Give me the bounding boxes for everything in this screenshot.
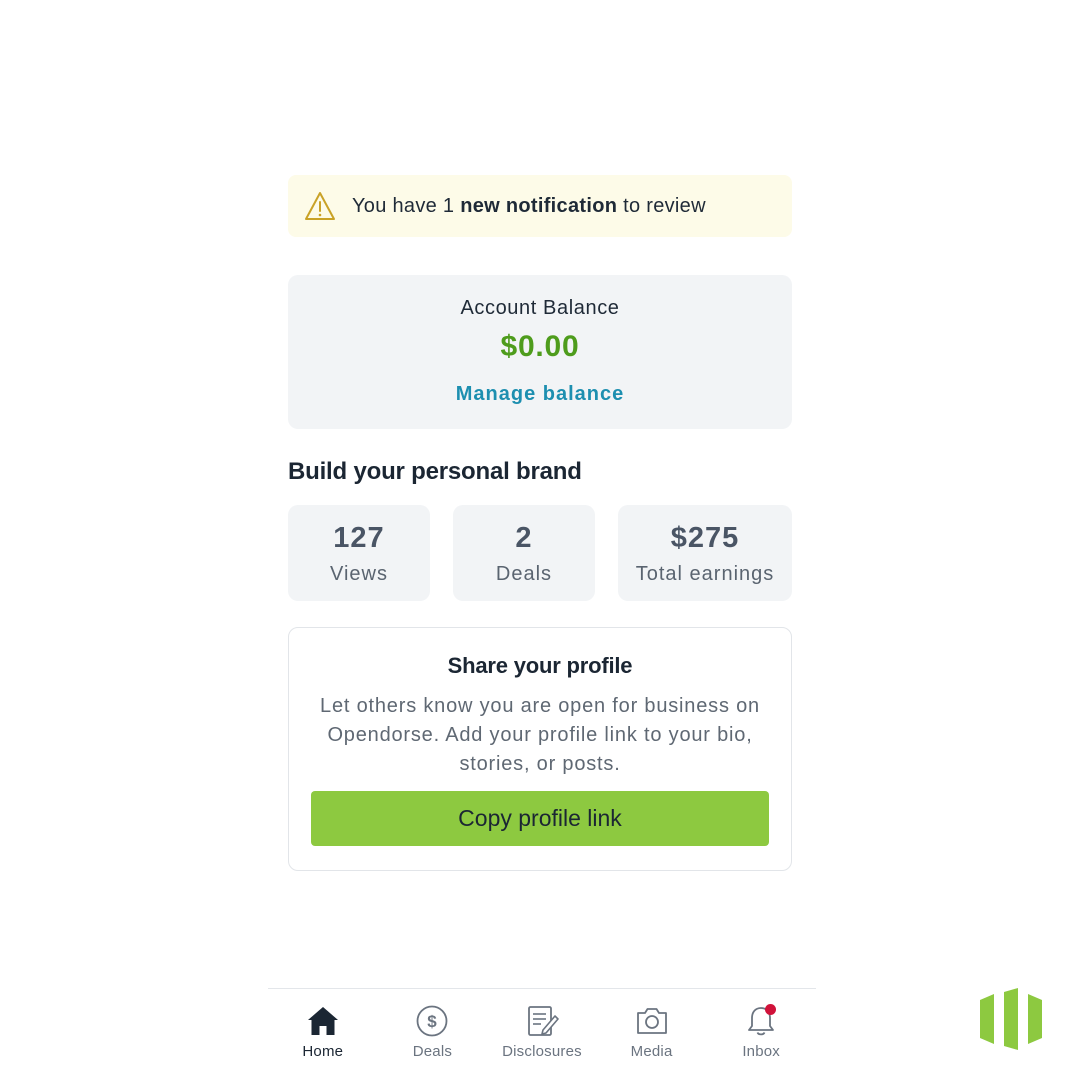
nav-item-media[interactable]: Media <box>597 989 707 1080</box>
app-screen: You have 1 new notification to review Ac… <box>0 0 1080 1080</box>
notification-highlight: new notification <box>460 194 618 217</box>
stat-label: Views <box>330 563 388 585</box>
notification-prefix: You have 1 <box>352 194 461 217</box>
stat-label: Total earnings <box>635 563 775 585</box>
main-content: You have 1 new notification to review Ac… <box>288 175 792 871</box>
nav-label: Deals <box>412 1043 453 1060</box>
notification-text: You have 1 new notification to review <box>352 195 706 218</box>
nav-label: Home <box>302 1043 344 1060</box>
copy-profile-link-button[interactable]: Copy profile link <box>311 791 769 846</box>
share-description: Let others know you are open for busines… <box>320 695 760 775</box>
nav-label: Inbox <box>742 1043 781 1060</box>
stat-label: Deals <box>495 563 553 585</box>
bottom-nav: Home $ Deals Disclosures Media Inbox <box>268 988 816 1080</box>
dollar-circle-icon: $ <box>414 1003 450 1039</box>
notification-banner[interactable]: You have 1 new notification to review <box>288 175 792 237</box>
stat-value: $275 <box>670 522 740 554</box>
bell-icon <box>743 1003 779 1039</box>
stat-card-views[interactable]: 127 Views <box>288 505 430 601</box>
account-balance-card: Account Balance $0.00 Manage balance <box>288 275 792 429</box>
stat-card-total-earnings[interactable]: $275 Total earnings <box>618 505 792 601</box>
section-title: Build your personal brand <box>288 458 582 485</box>
home-icon <box>305 1003 341 1039</box>
balance-label: Account Balance <box>460 297 620 319</box>
nav-item-home[interactable]: Home <box>268 989 378 1080</box>
share-title: Share your profile <box>447 653 633 678</box>
camera-icon <box>634 1003 670 1039</box>
notification-suffix: to review <box>617 194 706 217</box>
manage-balance-link[interactable]: Manage balance <box>456 383 625 406</box>
nav-item-deals[interactable]: $ Deals <box>378 989 488 1080</box>
stat-value: 2 <box>515 522 533 554</box>
opendorse-logo-icon <box>978 988 1050 1050</box>
stats-row: 127 Views 2 Deals $275 Total earnings <box>288 505 792 601</box>
stat-value: 127 <box>333 522 385 554</box>
stat-card-deals[interactable]: 2 Deals <box>453 505 595 601</box>
warning-icon <box>304 190 336 222</box>
share-profile-card: Share your profile Let others know you a… <box>288 627 792 871</box>
nav-label: Media <box>630 1043 673 1060</box>
balance-amount: $0.00 <box>500 330 580 363</box>
nav-item-inbox[interactable]: Inbox <box>706 989 816 1080</box>
svg-text:$: $ <box>428 1012 438 1031</box>
nav-item-disclosures[interactable]: Disclosures <box>487 989 597 1080</box>
document-edit-icon <box>524 1003 560 1039</box>
nav-label: Disclosures <box>502 1043 582 1060</box>
